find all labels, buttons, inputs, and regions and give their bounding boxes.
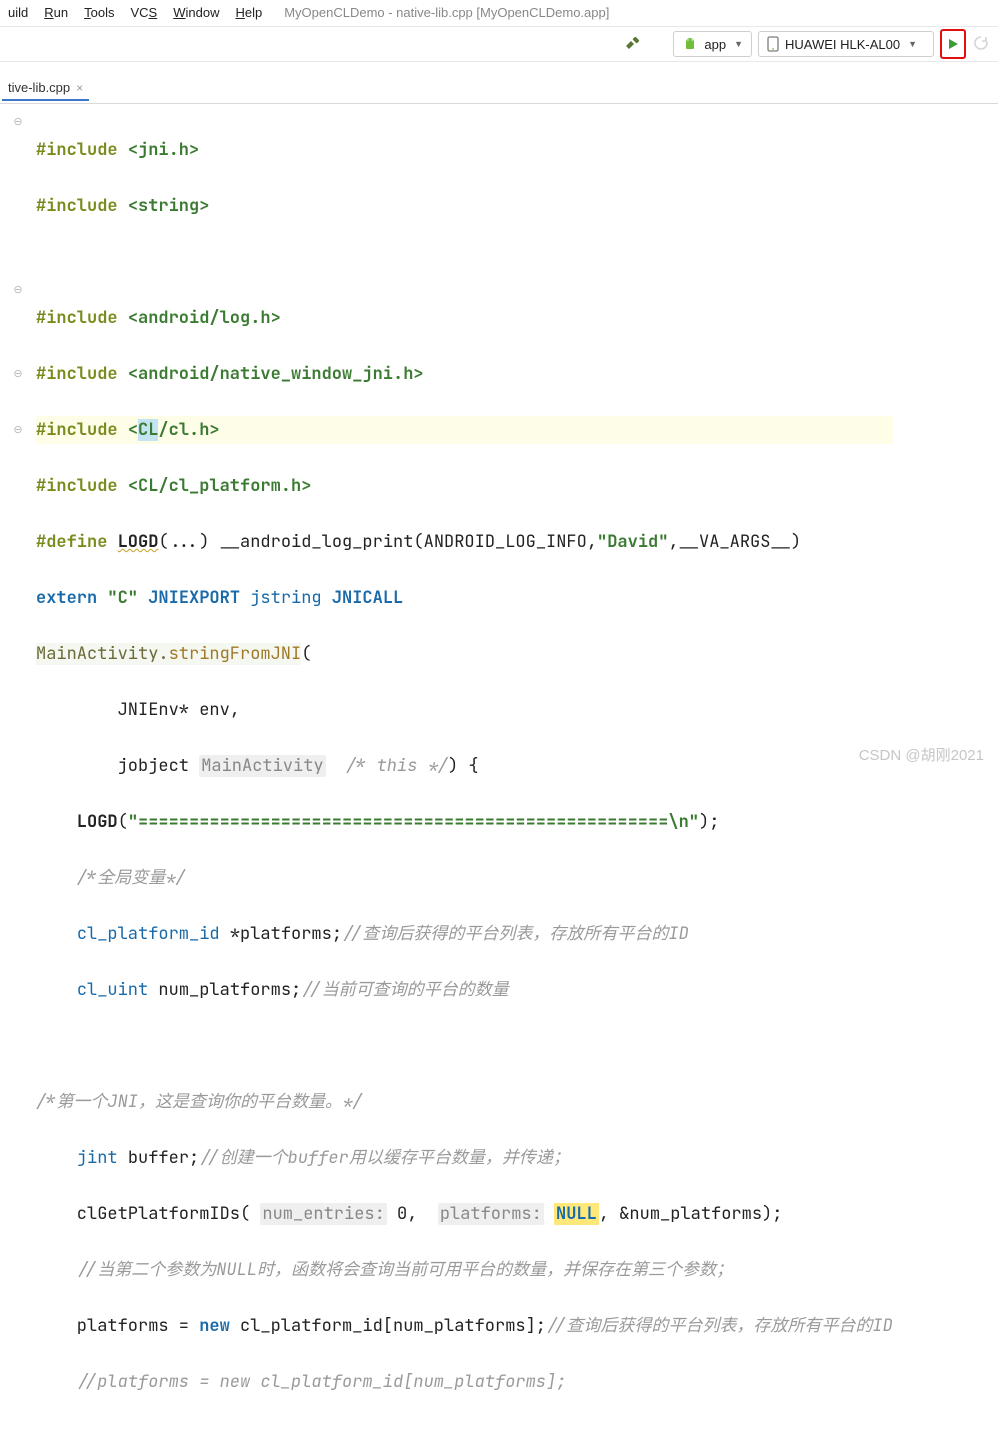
run-config-label: app — [704, 37, 726, 52]
build-icon[interactable] — [623, 35, 641, 53]
window-title: MyOpenCLDemo - native-lib.cpp [MyOpenCLD… — [284, 5, 609, 20]
menu-build[interactable]: uild — [2, 3, 34, 22]
menu-window[interactable]: Window — [167, 3, 225, 22]
dropdown-icon: ▼ — [908, 39, 917, 49]
menu-vcs[interactable]: VCS — [124, 3, 163, 22]
editor-tabs: tive-lib.cpp × — [0, 74, 998, 104]
phone-icon — [767, 36, 779, 52]
tab-title: tive-lib.cpp — [8, 80, 70, 95]
close-icon[interactable]: × — [76, 81, 83, 95]
menu-tools[interactable]: Tools — [78, 3, 120, 22]
code-editor[interactable]: ⊖ ⊖ ⊖ ⊖ #include <jni.h> #include <strin… — [0, 104, 998, 1452]
menu-bar: uild Run Tools VCS Window Help MyOpenCLD… — [0, 0, 998, 26]
apply-changes-icon[interactable] — [972, 34, 990, 55]
fold-icon[interactable]: ⊖ — [0, 276, 36, 304]
watermark: CSDN @胡刚2021 — [859, 744, 984, 765]
gutter: ⊖ ⊖ ⊖ ⊖ — [0, 108, 36, 1452]
fold-icon[interactable]: ⊖ — [0, 360, 36, 388]
run-button[interactable] — [940, 29, 966, 59]
code-content[interactable]: #include <jni.h> #include <string> #incl… — [36, 108, 893, 1452]
menu-run[interactable]: Run — [38, 3, 74, 22]
device-selector[interactable]: HUAWEI HLK-AL00 ▼ — [758, 31, 934, 57]
dropdown-icon: ▼ — [734, 39, 743, 49]
android-icon — [682, 36, 698, 52]
play-icon — [946, 37, 960, 51]
run-config-selector[interactable]: app ▼ — [673, 31, 752, 57]
menu-help[interactable]: Help — [229, 3, 268, 22]
fold-icon[interactable]: ⊖ — [0, 108, 36, 136]
device-label: HUAWEI HLK-AL00 — [785, 37, 900, 52]
fold-icon[interactable]: ⊖ — [0, 416, 36, 444]
editor-tab[interactable]: tive-lib.cpp × — [2, 76, 89, 101]
toolbar: app ▼ HUAWEI HLK-AL00 ▼ — [0, 26, 998, 62]
